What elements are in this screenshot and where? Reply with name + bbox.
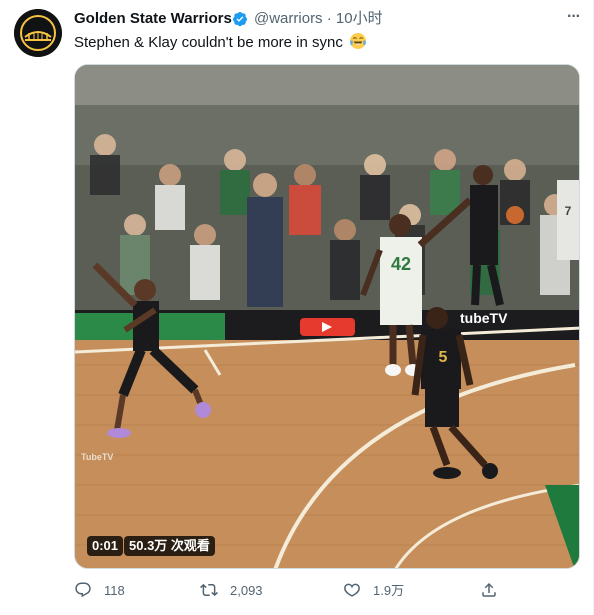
timestamp[interactable]: 10小时: [336, 10, 383, 27]
retweet-icon: [200, 583, 218, 597]
share-icon: [482, 582, 496, 597]
warriors-logo-icon: [14, 9, 62, 57]
tweet-text: Stephen & Klay couldn't be more in sync: [74, 32, 367, 53]
video-frame: 42 7 5 tubeTV TubeTV: [75, 65, 579, 568]
video-player[interactable]: 42 7 5 tubeTV TubeTV 0:01 50.3万 次观看: [74, 64, 580, 569]
face-with-tears-of-joy-icon: [350, 33, 367, 49]
video-view-count: 50.3万 次观看: [124, 536, 215, 556]
jersey-7-label: 7: [565, 204, 572, 218]
avatar[interactable]: [14, 9, 62, 57]
reply-count: 118: [104, 583, 125, 598]
tweet-text-content: Stephen & Klay couldn't be more in sync: [74, 34, 343, 51]
tweet-header: Golden State Warriors @warriors · 10小时 ·…: [74, 9, 584, 29]
author-handle[interactable]: @warriors · 10小时: [254, 9, 383, 29]
court-logo-small-text: TubeTV: [81, 452, 113, 462]
like-count: 1.9万: [373, 583, 405, 598]
tweet-card[interactable]: Golden State Warriors @warriors · 10小时 ·…: [0, 0, 594, 615]
jersey-5-label: 5: [439, 349, 448, 366]
jersey-42-label: 42: [391, 254, 411, 274]
more-options-icon[interactable]: ···: [567, 9, 581, 25]
author-name[interactable]: Golden State Warriors: [74, 9, 232, 29]
action-bar: 118 2,093 1.9万: [74, 580, 584, 602]
court-logo-text: tubeTV: [460, 310, 508, 326]
heart-icon: [344, 583, 360, 597]
separator-dot: ·: [326, 10, 332, 27]
retweet-count: 2,093: [230, 583, 263, 598]
handle-text[interactable]: @warriors: [254, 10, 323, 27]
verified-badge-icon: [233, 12, 247, 27]
video-duration: 0:01: [87, 536, 124, 556]
reply-icon: [75, 582, 91, 598]
